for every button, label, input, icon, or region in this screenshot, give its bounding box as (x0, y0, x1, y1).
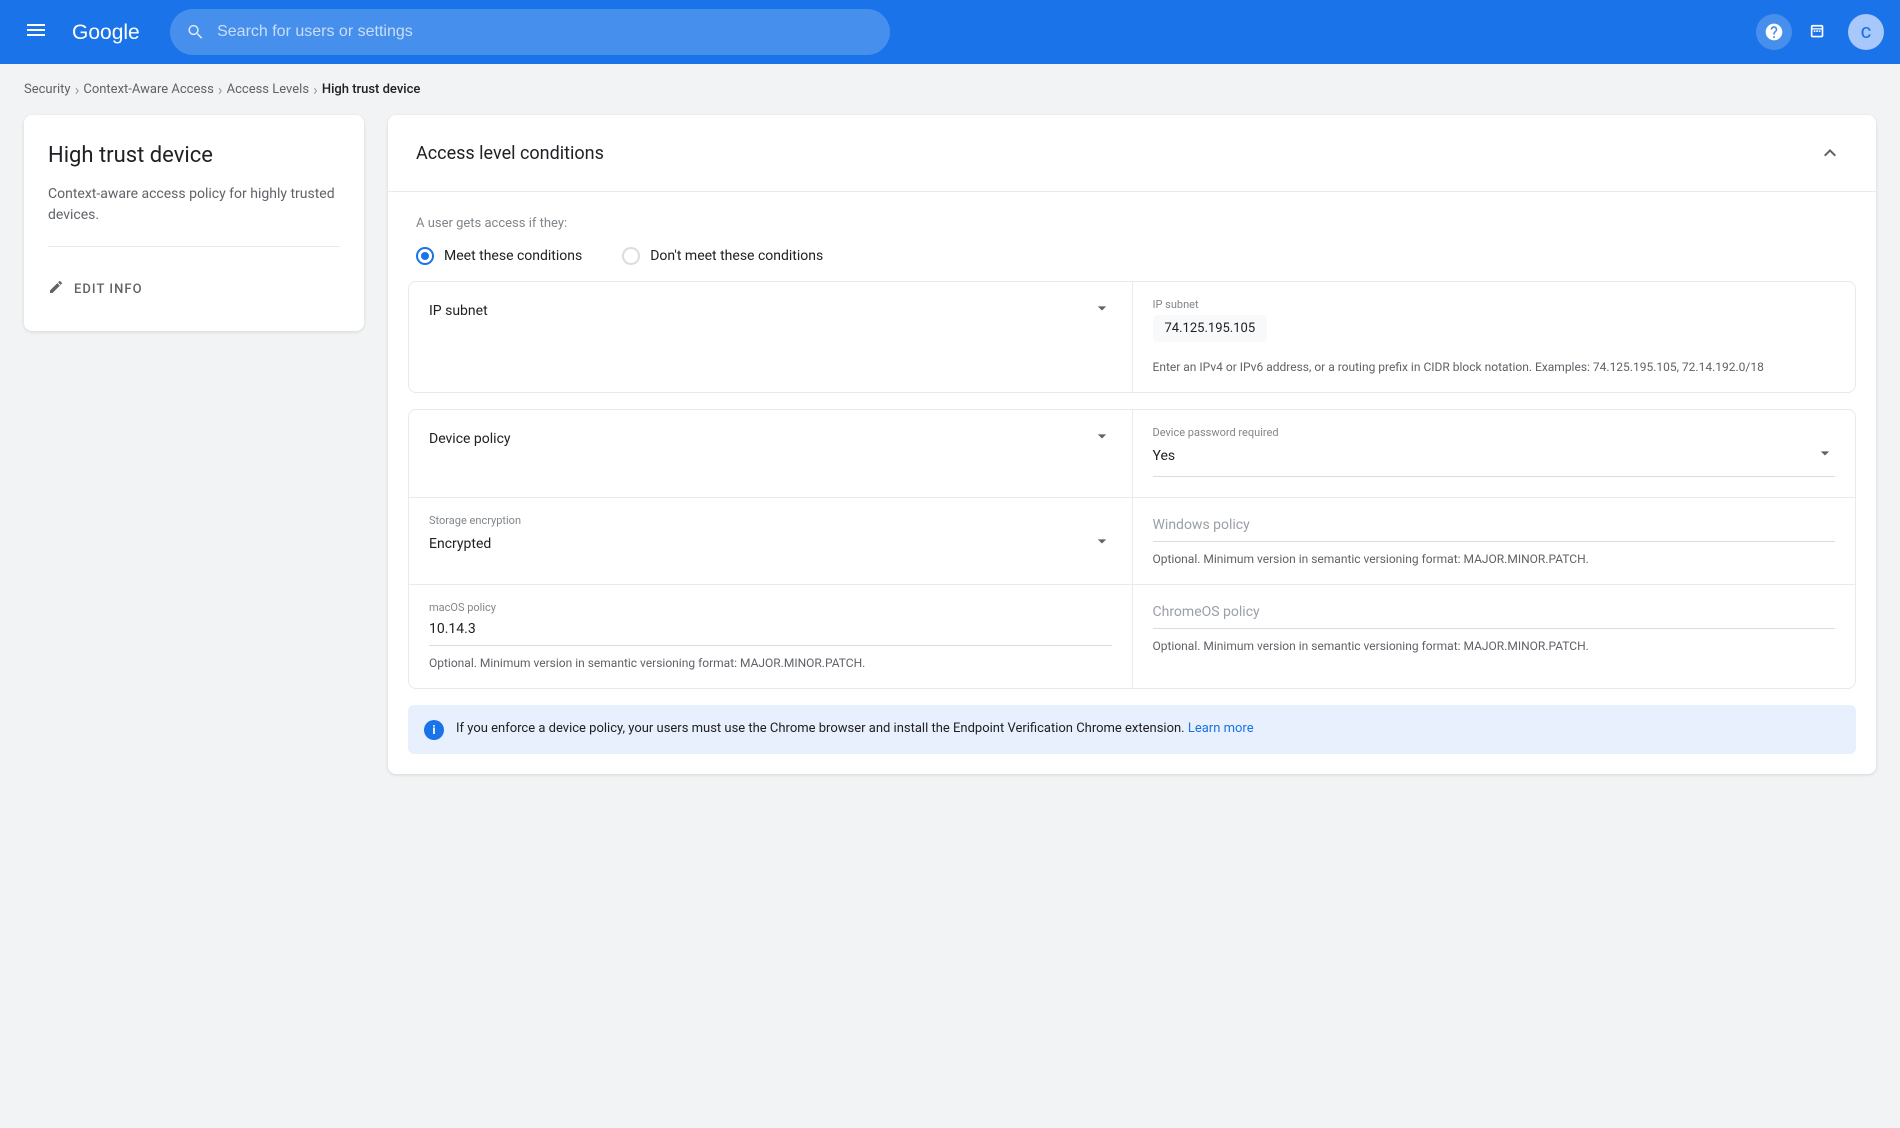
collapse-button[interactable] (1812, 135, 1848, 171)
device-policy-label: Device policy (429, 431, 511, 447)
ip-subnet-field-label: IP subnet (1153, 298, 1836, 311)
windows-policy-input[interactable]: Windows policy (1153, 517, 1250, 533)
ip-subnet-dropdown[interactable]: IP subnet (429, 298, 1112, 323)
search-input[interactable] (217, 23, 874, 41)
windows-policy-cell: Windows policy Optional. Minimum version… (1133, 498, 1856, 584)
breadcrumb-sep-3: › (313, 80, 318, 99)
macos-policy-hint: Optional. Minimum version in semantic ve… (429, 654, 1112, 672)
storage-encryption-value: Encrypted (429, 536, 491, 552)
breadcrumb-sep-1: › (75, 80, 80, 99)
panel-header: Access level conditions (388, 115, 1876, 192)
edit-info-button[interactable]: EDIT INFO (48, 271, 340, 307)
device-password-arrow-icon[interactable] (1815, 443, 1835, 468)
info-bar: i If you enforce a device policy, your u… (408, 705, 1856, 754)
ip-subnet-card: IP subnet IP subnet 74.125.195.105 Enter… (408, 281, 1856, 393)
chromeos-policy-hint: Optional. Minimum version in semantic ve… (1153, 637, 1836, 655)
breadcrumb-access-levels[interactable]: Access Levels (227, 82, 309, 97)
macos-policy-label: macOS policy (429, 601, 1112, 614)
breadcrumb: Security › Context-Aware Access › Access… (0, 64, 1900, 115)
device-password-value: Yes (1153, 448, 1176, 464)
macos-policy-cell: macOS policy 10.14.3 Optional. Minimum v… (409, 585, 1133, 688)
storage-encryption-dropdown[interactable]: Encrypted (429, 531, 1112, 556)
ip-subnet-dropdown-cell: IP subnet (409, 282, 1133, 392)
storage-encryption-cell: Storage encryption Encrypted (409, 498, 1133, 584)
device-password-cell: Device password required Yes (1133, 410, 1856, 497)
conditions-section: A user gets access if they: Meet these c… (388, 192, 1876, 281)
radio-meet-option[interactable]: Meet these conditions (416, 247, 582, 265)
windows-policy-hint: Optional. Minimum version in semantic ve… (1153, 550, 1836, 568)
conditions-label: A user gets access if they: (416, 216, 1848, 231)
radio-meet-circle (416, 247, 434, 265)
ip-subnet-value-cell: IP subnet 74.125.195.105 Enter an IPv4 o… (1133, 282, 1856, 392)
device-policy-dropdown-cell: Device policy (409, 410, 1133, 497)
main-layout: High trust device Context-aware access p… (0, 115, 1900, 798)
ip-subnet-value: 74.125.195.105 (1153, 315, 1268, 342)
breadcrumb-sep-2: › (218, 80, 223, 99)
radio-dont-meet-circle (622, 247, 640, 265)
breadcrumb-context-aware[interactable]: Context-Aware Access (83, 82, 213, 97)
radio-group: Meet these conditions Don't meet these c… (416, 247, 1848, 265)
storage-encryption-arrow-icon[interactable] (1092, 531, 1112, 556)
device-policy-card: Device policy Device password required Y… (408, 409, 1856, 689)
avatar[interactable]: C (1848, 14, 1884, 50)
edit-info-label: EDIT INFO (74, 282, 143, 297)
radio-dont-meet-option[interactable]: Don't meet these conditions (622, 247, 823, 265)
right-panel: Access level conditions A user gets acce… (388, 115, 1876, 774)
apps-icon[interactable] (1800, 12, 1840, 52)
ip-subnet-hint: Enter an IPv4 or IPv6 address, or a rout… (1153, 358, 1836, 376)
conditions-title: Access level conditions (416, 143, 604, 164)
breadcrumb-current: High trust device (322, 82, 420, 97)
app-header: Google Google Admin C (0, 0, 1900, 64)
support-icon[interactable] (1756, 14, 1792, 50)
ip-subnet-arrow-icon[interactable] (1092, 298, 1112, 323)
device-policy-row1: Device policy Device password required Y… (409, 410, 1855, 498)
info-text: If you enforce a device policy, your use… (456, 719, 1254, 739)
page-description: Context-aware access policy for highly t… (48, 184, 340, 247)
storage-encryption-label: Storage encryption (429, 514, 1112, 527)
radio-dont-meet-label: Don't meet these conditions (650, 248, 823, 264)
info-icon: i (424, 720, 444, 740)
search-icon (186, 22, 205, 42)
left-panel: High trust device Context-aware access p… (24, 115, 364, 331)
device-policy-row3: macOS policy 10.14.3 Optional. Minimum v… (409, 585, 1855, 688)
app-logo: Google Google Admin (72, 20, 146, 44)
learn-more-link[interactable]: Learn more (1188, 721, 1254, 736)
device-policy-row2: Storage encryption Encrypted Windows pol… (409, 498, 1855, 585)
menu-icon[interactable] (16, 10, 56, 55)
search-bar[interactable] (170, 9, 890, 55)
ip-subnet-row: IP subnet IP subnet 74.125.195.105 Enter… (409, 282, 1855, 392)
device-password-label: Device password required (1153, 426, 1836, 439)
chromeos-policy-input[interactable]: ChromeOS policy (1153, 604, 1260, 620)
svg-text:Google: Google (72, 21, 140, 44)
page-title: High trust device (48, 143, 340, 168)
device-policy-dropdown[interactable]: Device policy (429, 426, 1112, 451)
header-actions: C (1756, 12, 1884, 52)
chromeos-policy-cell: ChromeOS policy Optional. Minimum versio… (1133, 585, 1856, 688)
device-password-dropdown[interactable]: Yes (1153, 443, 1836, 477)
radio-meet-label: Meet these conditions (444, 248, 582, 264)
device-policy-arrow-icon[interactable] (1092, 426, 1112, 451)
pencil-icon (48, 279, 64, 299)
macos-policy-value[interactable]: 10.14.3 (429, 621, 476, 637)
breadcrumb-security[interactable]: Security (24, 82, 71, 97)
ip-subnet-label: IP subnet (429, 303, 488, 319)
